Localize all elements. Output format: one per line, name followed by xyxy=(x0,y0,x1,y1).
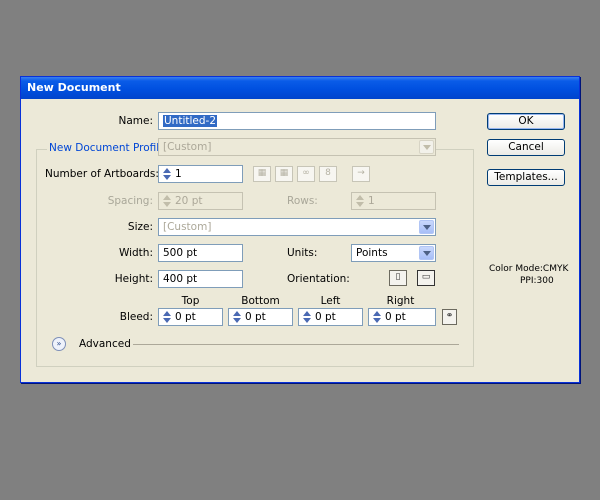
bleed-label: Bleed: xyxy=(119,311,153,323)
rows-value: 1 xyxy=(368,195,375,207)
units-dropdown-arrow-icon[interactable] xyxy=(419,246,434,260)
rows-stepper-icon[interactable] xyxy=(355,194,365,208)
bleed-right-input[interactable]: 0 pt xyxy=(368,308,436,326)
name-value: Untitled-2 xyxy=(163,115,218,127)
profile-select[interactable]: [Custom] xyxy=(158,138,436,156)
bleed-bottom-input[interactable]: 0 pt xyxy=(228,308,293,326)
bleed-bottom-value: 0 pt xyxy=(245,311,266,323)
bleed-top-label: Top xyxy=(181,295,200,307)
rows-input[interactable]: 1 xyxy=(351,192,436,210)
profile-value: [Custom] xyxy=(163,141,212,153)
artboards-value: 1 xyxy=(175,168,182,180)
spacing-input[interactable]: 20 pt xyxy=(158,192,243,210)
bleed-left-stepper-icon[interactable] xyxy=(302,310,312,324)
ok-button[interactable]: OK xyxy=(487,113,565,130)
rows-label: Rows: xyxy=(287,195,318,207)
profile-dropdown-arrow-icon[interactable] xyxy=(419,140,434,154)
bleed-top-input[interactable]: 0 pt xyxy=(158,308,223,326)
width-label: Width: xyxy=(118,247,153,259)
units-label: Units: xyxy=(287,247,318,259)
height-input[interactable]: 400 pt xyxy=(158,270,243,288)
artboards-label: Number of Artboards: xyxy=(45,168,159,180)
artboards-stepper-icon[interactable] xyxy=(162,167,172,181)
dialog-title: New Document xyxy=(27,81,121,94)
width-value: 500 pt xyxy=(163,247,198,259)
arrange-by-column-icon[interactable]: 8 xyxy=(319,166,337,182)
right-to-left-icon[interactable]: → xyxy=(352,166,370,182)
bleed-right-stepper-icon[interactable] xyxy=(372,310,382,324)
artboards-input[interactable]: 1 xyxy=(158,165,243,183)
new-document-dialog: New Document Name: Untitled-2 New Docume… xyxy=(20,76,580,383)
spacing-stepper-icon[interactable] xyxy=(162,194,172,208)
color-mode-info: Color Mode:CMYK xyxy=(489,264,569,274)
bleed-bottom-label: Bottom xyxy=(241,295,280,307)
name-label: Name: xyxy=(118,115,153,127)
size-label: Size: xyxy=(127,221,153,233)
cancel-button[interactable]: Cancel xyxy=(487,139,565,156)
arrange-by-row-icon[interactable]: ∞ xyxy=(297,166,315,182)
size-value: [Custom] xyxy=(163,221,212,233)
landscape-icon[interactable]: ▭ xyxy=(417,270,435,286)
size-select[interactable]: [Custom] xyxy=(158,218,436,236)
advanced-label[interactable]: Advanced xyxy=(79,338,131,350)
bleed-top-stepper-icon[interactable] xyxy=(162,310,172,324)
spacing-label: Spacing: xyxy=(107,195,153,207)
name-input[interactable]: Untitled-2 xyxy=(158,112,436,130)
height-value: 400 pt xyxy=(163,273,198,285)
advanced-separator xyxy=(133,344,459,345)
ppi-info: PPI:300 xyxy=(520,276,554,286)
spacing-value: 20 pt xyxy=(175,195,203,207)
chain-link-icon[interactable]: ⚭ xyxy=(442,309,457,325)
grid-by-row-icon[interactable]: ▦ xyxy=(253,166,271,182)
grid-by-column-icon[interactable]: ▦ xyxy=(275,166,293,182)
units-select[interactable]: Points xyxy=(351,244,436,262)
width-input[interactable]: 500 pt xyxy=(158,244,243,262)
height-label: Height: xyxy=(114,273,153,285)
bleed-top-value: 0 pt xyxy=(175,311,196,323)
orientation-label: Orientation: xyxy=(287,273,350,285)
dialog-title-bar[interactable]: New Document xyxy=(21,77,579,99)
bleed-bottom-stepper-icon[interactable] xyxy=(232,310,242,324)
templates-button[interactable]: Templates... xyxy=(487,169,565,186)
bleed-right-value: 0 pt xyxy=(385,311,406,323)
size-dropdown-arrow-icon[interactable] xyxy=(419,220,434,234)
bleed-right-label: Right xyxy=(386,295,415,307)
portrait-icon[interactable]: ▯ xyxy=(389,270,407,286)
advanced-expand-icon[interactable]: » xyxy=(52,337,66,351)
bleed-left-label: Left xyxy=(320,295,341,307)
bleed-left-value: 0 pt xyxy=(315,311,336,323)
units-value: Points xyxy=(356,247,388,259)
new-document-profile-label: New Document Profile: xyxy=(47,142,172,154)
bleed-left-input[interactable]: 0 pt xyxy=(298,308,363,326)
